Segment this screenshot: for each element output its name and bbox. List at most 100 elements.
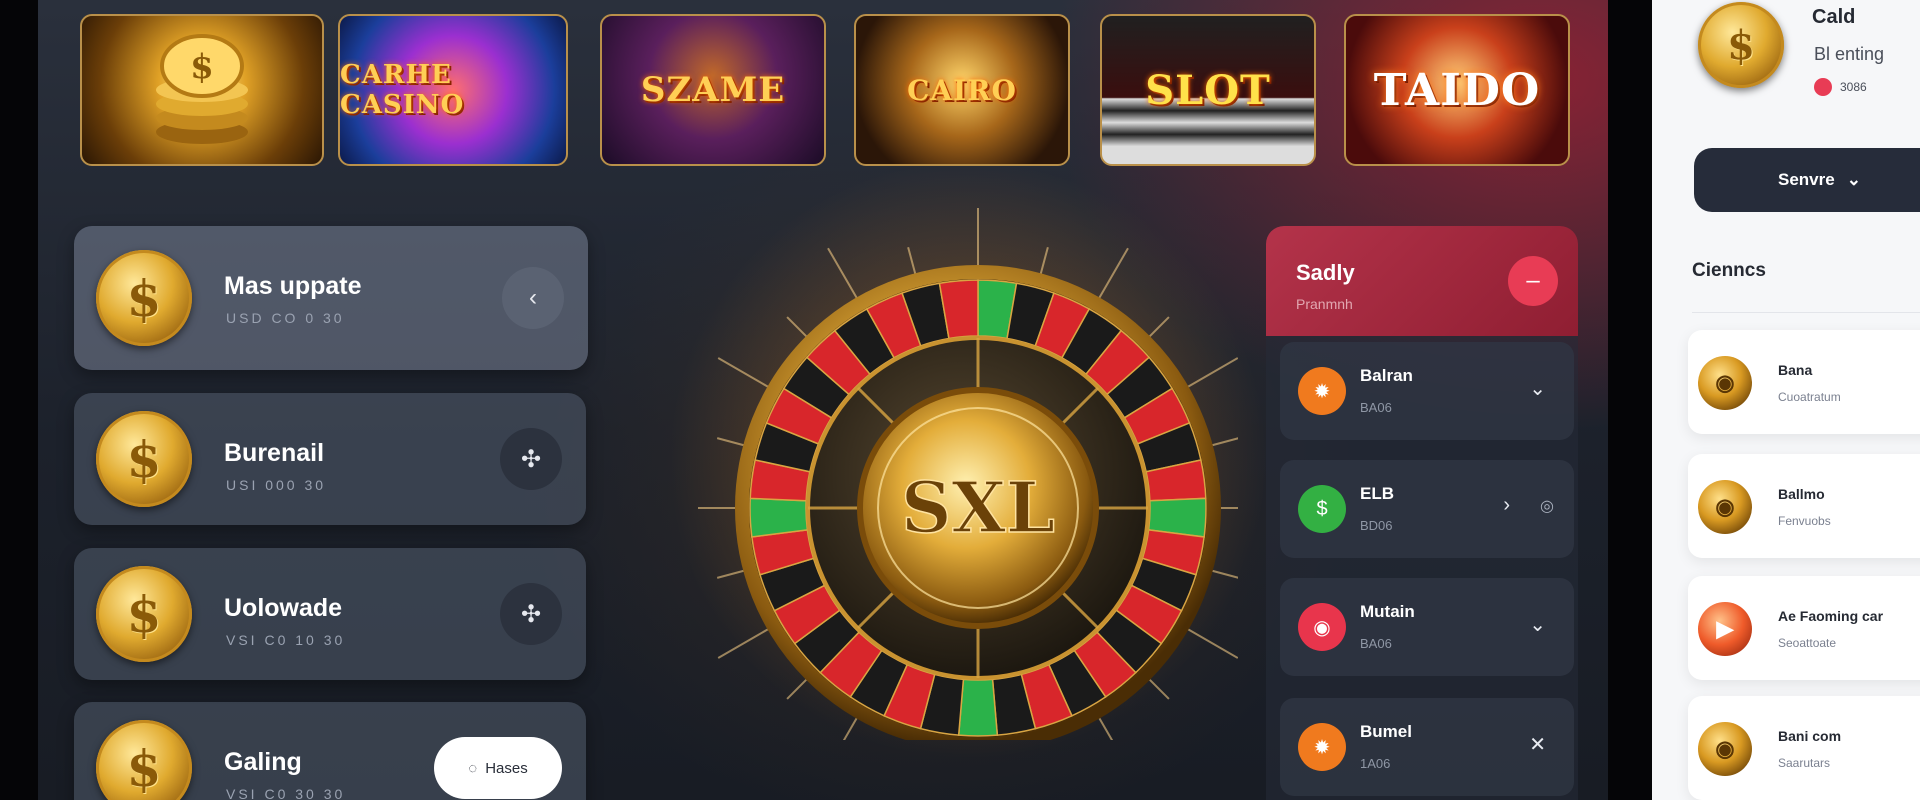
play-icon: ▶ [1698,602,1752,656]
section-title: Cienncs [1692,260,1766,281]
sparkle-button[interactable]: ✣ [500,583,562,645]
gold-coin-icon: ◉ [1698,356,1752,410]
item-subtitle: Fenvuobs [1778,514,1831,528]
thumbnail-label: CAIRO [907,73,1017,107]
item-title: Bumel [1360,722,1412,741]
service-dropdown-label: Senvre [1778,170,1835,189]
light-ray [1146,316,1170,340]
chevron-right-icon[interactable]: › [1503,494,1510,517]
thumbnail-label: SLOT [1145,66,1271,114]
card-subtitle: VSI C0 10 30 [226,632,346,648]
light-ray [786,316,810,340]
light-ray [907,246,917,277]
card-subtitle: VSI C0 30 30 [226,786,346,800]
thumbnail-label: TAIDO [1373,64,1541,116]
divider [1692,312,1920,313]
casino-main-area: $ CARHE CASINO SZAME CAIRO SLOT TAIDO $ … [38,0,1608,800]
card-subtitle: USD CO 0 30 [226,310,345,326]
gold-coin-icon: ◉ [1698,722,1752,776]
light-ray [1185,627,1238,659]
roulette-wheel[interactable]: SXL [638,140,1298,780]
card-subtitle: USI 000 30 [226,477,327,493]
item-title: Ae Faoming car [1778,608,1884,624]
light-ray [1039,246,1049,277]
item-title: Bana [1778,362,1813,378]
sidebar-item-bani-com[interactable]: ◉ Bani com Saarutars [1688,696,1920,800]
item-title: Balran [1360,366,1413,385]
light-ray [1097,247,1129,301]
light-ray [786,676,810,700]
roulette-pocket [957,678,999,737]
light-ray [1185,357,1238,389]
minus-button[interactable]: – [1508,256,1558,306]
item-subtitle: Cuoatratum [1778,390,1841,404]
item-subtitle: BD06 [1360,518,1393,533]
chevron-down-icon[interactable]: ⌄ [1529,612,1546,637]
hases-button[interactable]: ◌ Hases [434,737,562,799]
right-sidebar: $ Cald Bl enting 3086 Senvre ⌄ Cienncs ◉… [1652,0,1920,800]
gold-coin-icon: ◉ [1698,480,1752,534]
panel-item-mutain[interactable]: ◉ Mutain BA06 ⌄ [1280,578,1574,676]
light-ray [716,569,747,579]
panel-subtitle: Pranmnh [1296,296,1353,312]
red-dot-icon [1814,78,1832,96]
item-subtitle: BA06 [1360,636,1392,651]
chevron-down-icon: ⌄ [1846,170,1861,189]
thumbnail-label: CARHE CASINO [340,60,465,120]
hases-button-label: Hases [485,759,528,777]
game-thumbnail-taido[interactable]: TAIDO [1344,14,1570,166]
card-title: Uolowade [224,594,343,622]
back-button[interactable]: ‹ [502,267,564,329]
chevron-down-icon[interactable]: ⌄ [1529,376,1546,401]
panel-header: Sadly Pranmnh – [1266,226,1578,336]
avatar[interactable]: $ [1698,2,1784,88]
roulette-pocket [749,497,809,538]
light-ray [717,357,771,389]
item-subtitle: BA06 [1360,400,1392,415]
game-thumbnail-coins[interactable]: $ [80,14,324,166]
card-title: Burenail [224,439,325,467]
game-thumbnail-casino[interactable]: CARHE CASINO [338,14,568,166]
circle-icon: ◌ [468,759,478,777]
panel-item-bumel[interactable]: ✹ Bumel 1A06 ✕ [1280,698,1574,796]
light-ray [716,437,747,447]
roulette-wheel-graphic: SXL [698,208,1238,740]
red-target-icon: ◉ [1298,603,1346,651]
item-title: Ballmo [1778,486,1825,502]
gold-coins-stack-icon: $ [156,34,248,144]
orange-chip-icon: ✹ [1298,723,1346,771]
sparkle-button[interactable]: ✣ [500,428,562,490]
sidebar-item-bana[interactable]: ◉ Bana Cuoatratum [1688,330,1920,434]
close-icon[interactable]: ✕ [1529,732,1546,757]
light-ray [1209,569,1238,579]
light-ray [1097,715,1114,740]
light-ray [1146,676,1170,700]
gold-coin-icon: $ [96,411,192,507]
user-count-value: 3086 [1840,80,1867,94]
item-title: ELB [1360,484,1394,503]
target-icon[interactable]: ◎ [1540,496,1554,516]
list-item-uolowade[interactable]: $ Uolowade VSI C0 10 30 ✣ [74,548,586,680]
sidebar-item-ballmo[interactable]: ◉ Ballmo Fenvuobs [1688,454,1920,558]
orange-chip-icon: ✹ [1298,367,1346,415]
light-ray [842,715,859,740]
panel-item-elb[interactable]: $ ELB BD06 › ◎ [1280,460,1574,558]
gold-coin-icon: $ [96,720,192,800]
light-ray [717,627,771,659]
item-title: Bani com [1778,728,1842,744]
svg-text:$: $ [190,47,214,87]
light-ray [1209,437,1238,447]
panel-item-balran[interactable]: ✹ Balran BA06 ⌄ [1280,342,1574,440]
user-count: 3086 [1814,78,1867,96]
card-title: Galing [224,748,302,776]
service-dropdown[interactable]: Senvre ⌄ [1694,148,1920,212]
list-item-burenail[interactable]: $ Burenail USI 000 30 ✣ [74,393,586,525]
sidebar-item-ae-faoming-car[interactable]: ▶ Ae Faoming car Seoattoate [1688,576,1920,680]
green-coin-icon: $ [1298,485,1346,533]
user-status: Bl enting [1814,44,1885,64]
list-item-galing[interactable]: $ Galing VSI C0 30 30 ◌ Hases [74,702,586,800]
thumbnail-label: SZAME [640,70,786,110]
wheel-center-label: SXL [901,466,1055,549]
gold-coin-icon: $ [96,250,192,346]
list-item-mas-uppate[interactable]: $ Mas uppate USD CO 0 30 ‹ [74,226,588,370]
